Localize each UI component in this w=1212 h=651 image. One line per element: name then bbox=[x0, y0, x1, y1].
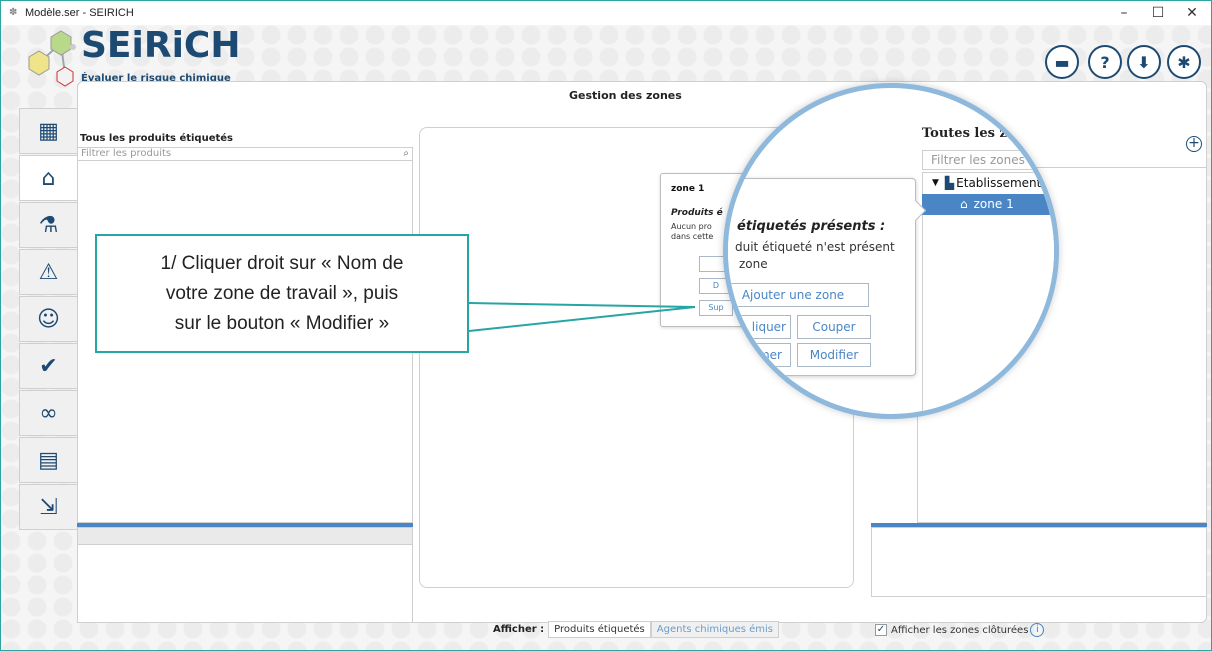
popup-body: duit étiqueté n'est présent zone bbox=[735, 239, 895, 273]
tab-validation[interactable]: ✔ bbox=[19, 343, 77, 389]
factory-icon: ▙ bbox=[944, 176, 955, 190]
help-button[interactable]: ? bbox=[1088, 45, 1122, 79]
export-icon: ⇲ bbox=[39, 494, 58, 520]
side-tabs: ▦ ⌂ ⚗ ⚠ ☺ ✔ ∞ ▤ ⇲ bbox=[19, 108, 77, 531]
minimize-button[interactable]: – bbox=[1107, 1, 1141, 25]
tree-node-zone-selected[interactable]: ⌂ zone 1 bbox=[922, 194, 1054, 215]
zones-title: Toutes les zones bbox=[922, 126, 1041, 141]
left-bottom-panel bbox=[77, 545, 413, 623]
open-folder-button[interactable]: ▬ bbox=[1045, 45, 1079, 79]
expand-arrow-icon: ▼ bbox=[932, 178, 939, 188]
window-title: Modèle.ser - SEIRICH bbox=[25, 7, 134, 19]
cut-button[interactable]: Couper bbox=[797, 315, 871, 339]
popup-body-line2: zone bbox=[739, 257, 768, 271]
tree-node-establishment[interactable]: ▼ ▙ Etablissement 1 bbox=[932, 176, 1053, 190]
establishment-label: Etablissement 1 bbox=[956, 176, 1053, 190]
info-icon[interactable]: i bbox=[1030, 623, 1045, 637]
close-button[interactable]: ✕ bbox=[1175, 1, 1209, 25]
callout-line-1: 1/ Cliquer droit sur « Nom de bbox=[160, 252, 404, 274]
popup-body-small-1: Aucun pro bbox=[671, 222, 712, 231]
closed-zones-label: Afficher les zones clôturées bbox=[891, 624, 1029, 636]
app-icon: ✽ bbox=[9, 7, 18, 18]
popup-heading: étiquetés présents : bbox=[737, 219, 886, 234]
popup-body-line1: duit étiqueté n'est présent bbox=[735, 240, 895, 254]
left-panel-title: Tous les produits étiquetés bbox=[80, 133, 234, 144]
binoculars-icon: ∞ bbox=[39, 400, 58, 426]
zone-filter-input[interactable]: Filtrer les zones bbox=[922, 150, 1054, 170]
left-grey-bar bbox=[77, 527, 413, 545]
page-title: Gestion des zones bbox=[569, 89, 682, 102]
download-icon: ⬇ bbox=[1137, 52, 1151, 72]
check-icon: ✔ bbox=[39, 353, 58, 379]
respirator-icon: ☺ bbox=[37, 306, 60, 332]
popup-body-small: Aucun pro dans cette bbox=[671, 222, 731, 242]
maximize-button[interactable]: ☐ bbox=[1141, 1, 1175, 25]
calculator-icon: ▤ bbox=[38, 447, 59, 473]
rename-button[interactable]: mer bbox=[728, 343, 791, 367]
magnifier-overlay: Toutes les zones Filtrer les zones ▼ ▙ E… bbox=[723, 83, 1059, 419]
instruction-callout: 1/ Cliquer droit sur « Nom de votre zone… bbox=[95, 234, 469, 353]
home-icon: ⌂ bbox=[960, 197, 968, 211]
tab-zones[interactable]: ⌂ bbox=[19, 155, 77, 201]
callout-line-2: votre zone de travail », puis bbox=[165, 282, 399, 304]
help-icon: ? bbox=[1100, 52, 1110, 72]
settings-icon: ✱ bbox=[1177, 52, 1191, 72]
display-toggle: Afficher : Produits étiquetés Agents chi… bbox=[493, 621, 779, 638]
closed-zones-option: ✓ Afficher les zones clôturées i bbox=[875, 623, 1045, 637]
molecule-logo-icon bbox=[28, 30, 76, 87]
toggle-products[interactable]: Produits étiquetés bbox=[548, 621, 651, 638]
toggle-agents[interactable]: Agents chimiques émis bbox=[650, 621, 779, 638]
closed-zones-checkbox[interactable]: ✓ bbox=[875, 624, 887, 636]
right-bottom-panel bbox=[871, 527, 1207, 597]
tab-calculator[interactable]: ▤ bbox=[19, 437, 77, 483]
search-icon: ⌕ bbox=[403, 148, 409, 159]
duplicate-button[interactable]: liquer bbox=[728, 315, 791, 339]
zone-label: zone 1 bbox=[973, 197, 1014, 211]
zone-filter-placeholder: Filtrer les zones bbox=[931, 153, 1025, 167]
title-bar: ✽ Modèle.ser - SEIRICH – ☐ ✕ bbox=[1, 1, 1211, 25]
brand-name: SEiRiCH bbox=[81, 25, 241, 66]
popup-heading-small: Produits é bbox=[671, 208, 723, 218]
add-zone-button[interactable]: Ajouter une zone bbox=[728, 283, 869, 307]
afficher-label: Afficher : bbox=[493, 624, 545, 635]
app-window: ✽ Modèle.ser - SEIRICH – ☐ ✕ SEiRiCH Éva… bbox=[0, 0, 1212, 651]
tab-products[interactable]: ⚗ bbox=[19, 202, 77, 248]
tab-export[interactable]: ⇲ bbox=[19, 484, 77, 530]
popup-zone-name: zone 1 bbox=[671, 184, 705, 194]
lab-icon: ⚗ bbox=[38, 212, 59, 238]
product-filter-placeholder: Filtrer les produits bbox=[81, 148, 172, 159]
folder-open-icon: ▬ bbox=[1054, 52, 1070, 72]
modify-button[interactable]: Modifier bbox=[797, 343, 871, 367]
add-zone-icon[interactable]: + bbox=[1186, 136, 1202, 152]
tab-risks[interactable]: ⚠ bbox=[19, 249, 77, 295]
tab-dashboard[interactable]: ▦ bbox=[19, 108, 77, 154]
context-popup: étiquetés présents : duit étiqueté n'est… bbox=[728, 178, 916, 376]
factory-icon: ⌂ bbox=[41, 165, 56, 191]
download-button[interactable]: ⬇ bbox=[1127, 45, 1161, 79]
dashboard-icon: ▦ bbox=[38, 118, 59, 144]
popup-body-small-2: dans cette bbox=[671, 232, 714, 241]
callout-line-3: sur le bouton « Modifier » bbox=[174, 312, 390, 334]
tab-epi[interactable]: ☺ bbox=[19, 296, 77, 342]
settings-button[interactable]: ✱ bbox=[1167, 45, 1201, 79]
tab-search[interactable]: ∞ bbox=[19, 390, 77, 436]
product-filter-input[interactable]: Filtrer les produits ⌕ bbox=[77, 147, 413, 161]
warning-icon: ⚠ bbox=[38, 259, 59, 285]
